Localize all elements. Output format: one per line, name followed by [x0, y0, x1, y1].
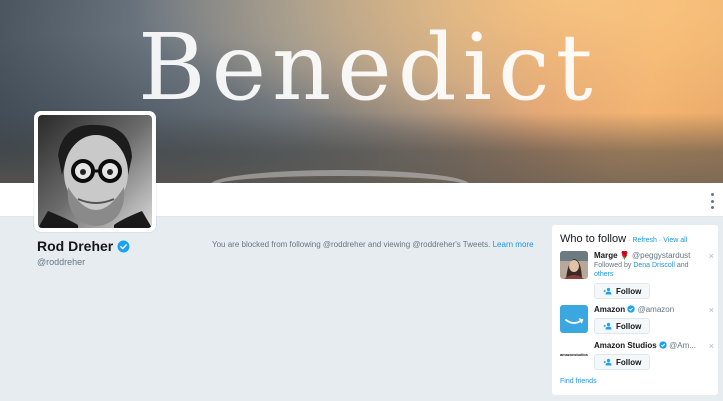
suggestion-handle[interactable]: @amazon [638, 305, 675, 314]
suggestion-name[interactable]: Amazon Studios [594, 341, 657, 350]
blocked-text: You are blocked from following @roddrehe… [212, 240, 491, 249]
dot-icon [710, 193, 714, 196]
and-text: and [676, 262, 689, 269]
suggestion-nameline: Amazon @amazon [594, 305, 712, 314]
dismiss-icon[interactable]: × [709, 341, 714, 351]
amazon-studios-logo-text: amazonstudios [560, 352, 588, 357]
profile-handle[interactable]: @roddreher [37, 257, 85, 267]
suggestion-body: Marge 🌹 @peggystardust Followed by Dena … [594, 251, 712, 300]
others-link[interactable]: others [594, 271, 613, 278]
separator: · [658, 237, 662, 244]
dismiss-icon[interactable]: × [709, 251, 714, 261]
who-to-follow-panel: Who to follow · Refresh · View all Marge… [551, 224, 719, 396]
view-all-link[interactable]: View all [663, 237, 687, 244]
learn-more-link[interactable]: Learn more [493, 240, 534, 249]
follow-button[interactable]: Follow [594, 283, 651, 299]
follow-button[interactable]: Follow [594, 354, 651, 370]
suggestion-handle[interactable]: @Am... [669, 341, 696, 350]
suggestion-nameline: Amazon Studios @Am... [594, 341, 712, 350]
profile-avatar[interactable] [34, 111, 156, 232]
follow-label: Follow [616, 321, 642, 331]
find-friends-link[interactable]: Find friends [560, 378, 597, 385]
suggestion-avatar[interactable] [560, 305, 588, 333]
more-options-button[interactable] [708, 193, 716, 209]
suggestion-handle[interactable]: @peggystardust [632, 251, 690, 260]
amazon-logo-icon [560, 305, 588, 333]
add-user-icon [603, 322, 612, 330]
suggestion-name[interactable]: Marge [594, 251, 618, 260]
suggestion-avatar[interactable]: amazonstudios [560, 341, 588, 369]
who-to-follow-title: Who to follow [560, 233, 627, 245]
verified-badge-icon [659, 341, 667, 349]
refresh-link[interactable]: Refresh [632, 237, 657, 244]
add-user-icon [603, 358, 612, 366]
profile-name[interactable]: Rod Dreher [37, 238, 113, 254]
follow-label: Follow [616, 357, 642, 367]
rose-emoji: 🌹 [619, 251, 630, 260]
dot-icon [710, 199, 714, 203]
amazon-studios-logo: amazonstudios [560, 352, 588, 357]
suggestion-nameline: Marge 🌹 @peggystardust [594, 251, 712, 260]
followed-by-prefix: Followed by [594, 262, 632, 269]
profile-name-row: Rod Dreher [37, 238, 130, 254]
suggestion-avatar[interactable] [560, 251, 588, 279]
verified-badge-icon [627, 305, 636, 313]
followed-by-text: Followed by Dena Driscoll and others [594, 261, 712, 279]
dismiss-icon[interactable]: × [709, 305, 714, 315]
suggestion-body: Amazon Studios @Am... Follow [594, 341, 712, 371]
follow-button[interactable]: Follow [594, 318, 651, 334]
banner-title: Benedict [138, 14, 599, 121]
follow-label: Follow [616, 286, 642, 296]
dot-icon [710, 206, 714, 209]
avatar-photo [38, 115, 152, 228]
user-photo [560, 251, 588, 279]
add-user-icon [603, 287, 612, 295]
separator: · [628, 237, 631, 244]
suggestion-body: Amazon @amazon Follow [594, 305, 712, 335]
follower-link[interactable]: Dena Driscoll [633, 262, 675, 269]
suggestion-name[interactable]: Amazon [594, 305, 625, 314]
verified-badge-icon [117, 240, 130, 252]
blocked-notice: You are blocked from following @roddrehe… [212, 240, 534, 249]
who-to-follow-header: Who to follow · Refresh · View all [560, 233, 710, 245]
